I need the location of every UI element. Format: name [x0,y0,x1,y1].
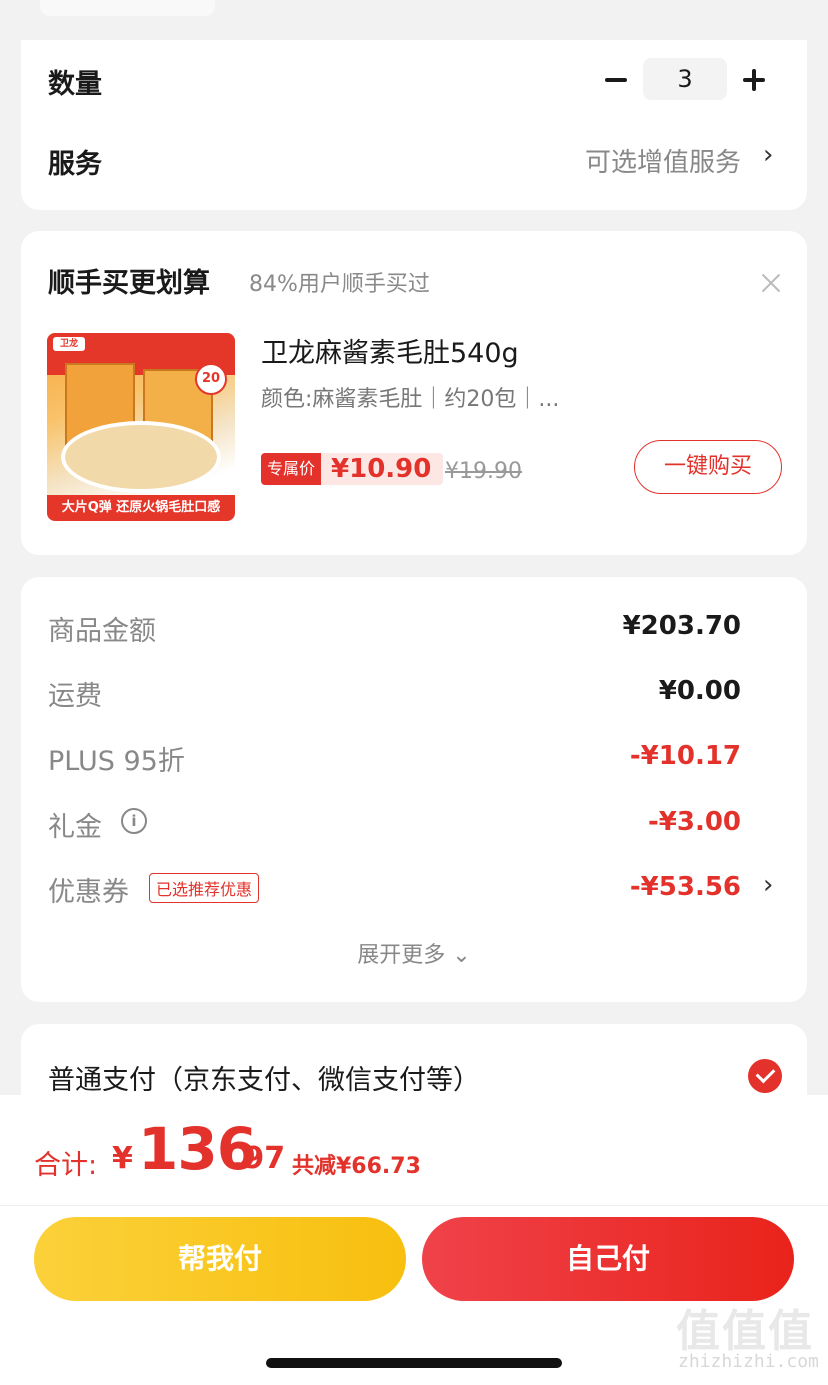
original-price: ¥19.90 [445,459,522,484]
total-currency: ¥ [112,1141,133,1176]
help-pay-button[interactable]: 帮我付 [34,1217,406,1301]
watermark: 值值值 zhizhizhi.com [676,1295,826,1380]
product-image[interactable]: 卫龙 20 大片Q弹 还原火锅毛肚口感 [47,333,235,521]
product-price: ¥10.90 [321,453,444,485]
checkmark-icon[interactable] [748,1059,782,1093]
gift-money-label: 礼金 [48,812,102,843]
order-options-card: 数量 3 服务 可选增值服务 › [21,40,807,210]
gift-money-value: -¥3.00 [647,807,741,837]
quantity-label: 数量 [48,69,102,100]
coupon-value[interactable]: -¥53.56 [630,872,741,902]
coupon-label: 优惠券 [48,877,129,908]
quantity-increase-button[interactable] [739,62,775,98]
close-icon[interactable] [759,271,783,295]
self-pay-button[interactable]: 自己付 [422,1217,794,1301]
image-caption: 大片Q弹 还原火锅毛肚口感 [47,495,235,521]
upsell-title: 顺手买更划算 [48,268,210,299]
home-indicator[interactable] [266,1358,562,1368]
total-decimal: .97 [232,1141,286,1176]
goods-amount-label: 商品金额 [48,616,156,647]
coupon-recommended-badge: 已选推荐优惠 [149,873,260,903]
chevron-right-icon[interactable]: › [763,870,773,900]
watermark-url: zhizhizhi.com [678,1351,819,1372]
plus-discount-label: PLUS 95折 [48,746,185,777]
divider [0,1205,828,1206]
upsell-subtitle: 84%用户顺手买过 [249,272,430,297]
top-bar [0,0,828,40]
payment-method-label[interactable]: 普通支付（京东支付、微信支付等） [48,1058,480,1097]
expand-more-button[interactable]: 展开更多 ⌄ [21,937,807,969]
chevron-right-icon[interactable]: › [763,140,773,170]
info-icon[interactable]: i [121,808,147,834]
price-label: 专属价 [261,453,322,485]
service-value[interactable]: 可选增值服务 [585,142,741,179]
watermark-logo: 值值值 [676,1306,814,1357]
price-breakdown-card: 商品金额 ¥203.70 运费 ¥0.00 PLUS 95折 -¥10.17 礼… [21,577,807,1002]
product-name[interactable]: 卫龙麻酱素毛肚540g [261,331,519,370]
quantity-decrease-button[interactable] [601,62,637,98]
pack-count-badge: 20 [195,363,227,395]
goods-amount-value: ¥203.70 [622,611,741,641]
quantity-input[interactable]: 3 [643,58,727,100]
upsell-card: 顺手买更划算 84%用户顺手买过 卫龙 20 大片Q弹 还原火锅毛肚口感 卫龙麻… [21,231,807,555]
blurred-header [40,0,215,16]
total-label: 合计: [34,1150,98,1181]
total-savings[interactable]: 共减¥66.73 [292,1148,421,1180]
plus-discount-value: -¥10.17 [629,741,741,771]
service-label: 服务 [48,149,102,180]
product-spec[interactable]: 颜色:麻酱素毛肚｜约20包｜... [261,381,621,413]
checkout-bar: 合计: ¥ 136 .97 共减¥66.73 帮我付 自己付 值值值 zhizh… [0,1095,828,1385]
food-plate [61,421,221,493]
shipping-value: ¥0.00 [658,676,741,706]
one-click-buy-button[interactable]: 一键购买 [634,440,782,494]
shipping-label: 运费 [48,681,102,712]
exclusive-price-tag: 专属价 ¥10.90 [261,453,444,485]
brand-logo: 卫龙 [53,337,85,351]
